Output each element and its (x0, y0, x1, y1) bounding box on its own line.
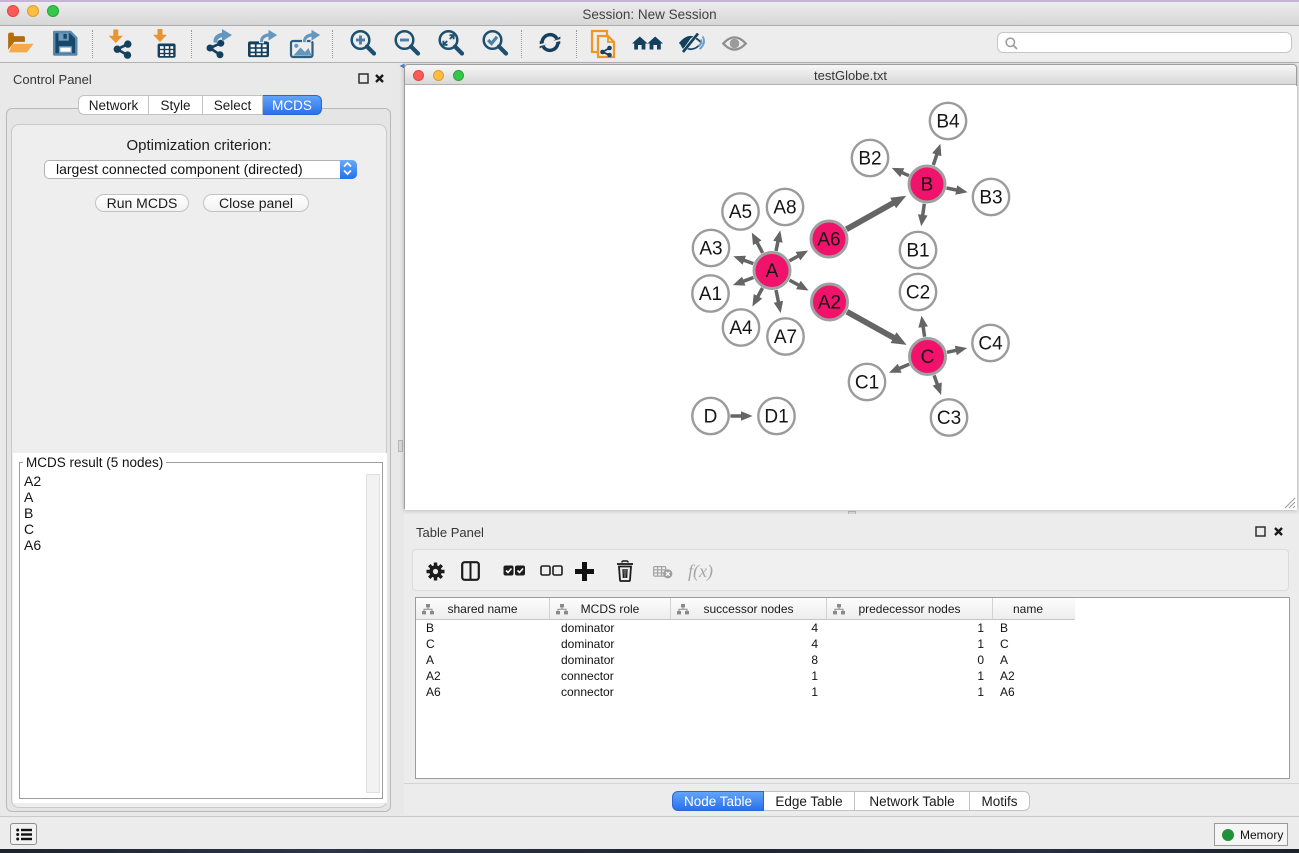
svg-text:A8: A8 (773, 198, 796, 219)
svg-text:D1: D1 (764, 407, 788, 428)
svg-text:A2: A2 (818, 293, 841, 314)
svg-text:A1: A1 (699, 284, 722, 305)
svg-text:C4: C4 (978, 334, 1003, 355)
svg-text:A5: A5 (729, 202, 752, 223)
svg-text:C: C (921, 347, 935, 368)
svg-text:B1: B1 (906, 241, 929, 262)
svg-text:D: D (704, 407, 718, 428)
svg-text:C1: C1 (855, 373, 879, 394)
svg-text:B3: B3 (979, 188, 1002, 209)
svg-text:A: A (766, 261, 779, 282)
svg-text:B: B (921, 175, 934, 196)
svg-text:A3: A3 (699, 239, 722, 260)
svg-text:B4: B4 (936, 112, 960, 133)
svg-text:A7: A7 (774, 327, 797, 348)
svg-text:C3: C3 (937, 408, 961, 429)
svg-text:A4: A4 (729, 318, 753, 339)
svg-text:C2: C2 (906, 283, 930, 304)
svg-text:A6: A6 (817, 230, 840, 251)
svg-text:B2: B2 (858, 149, 881, 170)
